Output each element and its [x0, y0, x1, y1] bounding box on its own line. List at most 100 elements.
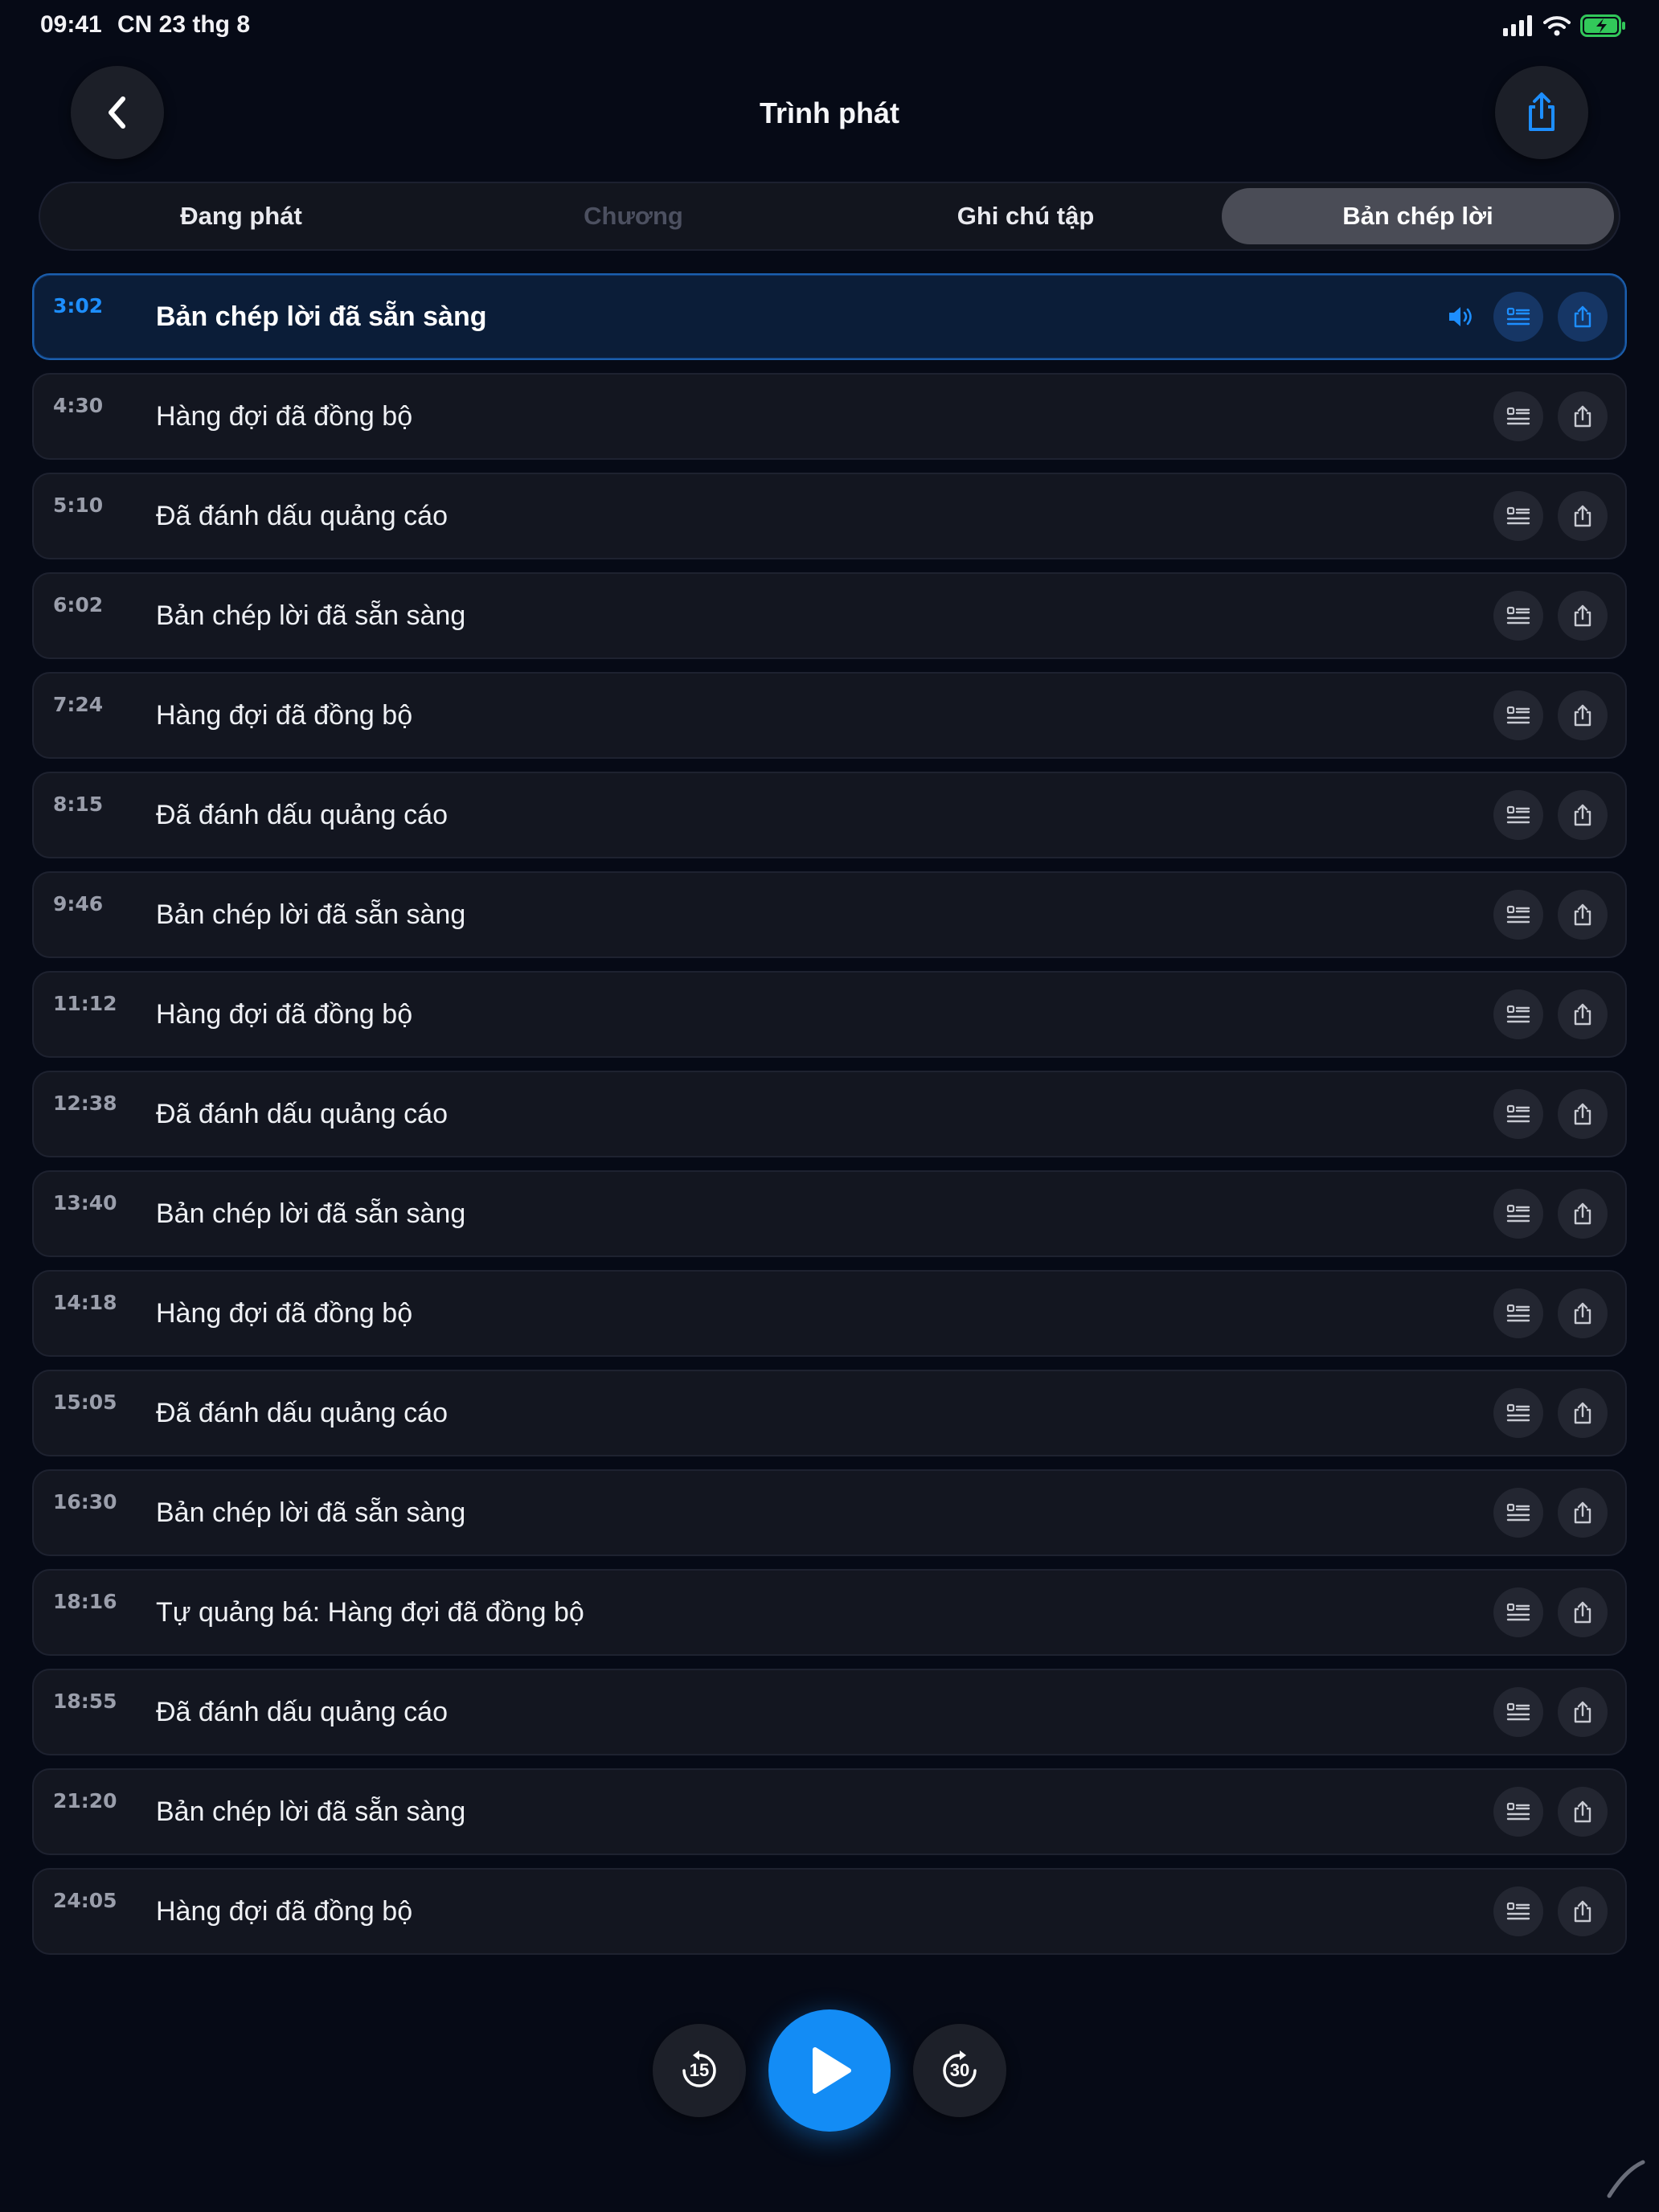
- transcript-timestamp[interactable]: 12:38: [53, 1092, 117, 1115]
- transcript-row[interactable]: 13:40 Bản chép lời đã sẵn sàng: [32, 1170, 1627, 1257]
- row-share-button[interactable]: [1558, 1488, 1608, 1538]
- transcript-list-button[interactable]: [1493, 391, 1543, 441]
- transcript-list-button[interactable]: [1493, 1388, 1543, 1438]
- share-icon: [1574, 405, 1591, 428]
- row-share-button[interactable]: [1558, 1189, 1608, 1239]
- transcript-timestamp[interactable]: 15:05: [53, 1391, 117, 1414]
- row-share-button[interactable]: [1558, 790, 1608, 840]
- transcript-timestamp[interactable]: 11:12: [53, 992, 117, 1015]
- skip-forward-button[interactable]: 30: [913, 2024, 1006, 2117]
- row-share-button[interactable]: [1558, 1587, 1608, 1637]
- transcript-list: 3:02 Bản chép lời đã sẵn sàng 4:30 Hàng đợi…: [32, 273, 1627, 1968]
- row-share-button[interactable]: [1558, 491, 1608, 541]
- transcript-row[interactable]: 15:05 Đã đánh dấu quảng cáo: [32, 1370, 1627, 1456]
- transcript-timestamp[interactable]: 3:02: [53, 294, 103, 317]
- row-share-button[interactable]: [1558, 1886, 1608, 1936]
- row-share-button[interactable]: [1558, 1089, 1608, 1139]
- row-share-button[interactable]: [1558, 989, 1608, 1039]
- share-icon: [1574, 1601, 1591, 1624]
- share-icon: [1574, 804, 1591, 826]
- transcript-list-button[interactable]: [1493, 491, 1543, 541]
- transcript-text: Hàng đợi đã đồng bộ: [156, 1896, 413, 1927]
- page-title: Trình phát: [760, 96, 899, 129]
- transcript-timestamp[interactable]: 6:02: [53, 593, 103, 616]
- transcript-timestamp[interactable]: 13:40: [53, 1191, 117, 1215]
- transcript-list-button[interactable]: [1493, 1787, 1543, 1837]
- row-share-button[interactable]: [1558, 591, 1608, 641]
- transcript-timestamp[interactable]: 5:10: [53, 494, 103, 517]
- tab-episode-notes[interactable]: Ghi chú tập: [830, 188, 1222, 244]
- transcript-timestamp[interactable]: 14:18: [53, 1291, 117, 1314]
- play-button[interactable]: [768, 2009, 891, 2132]
- transcript-list-button[interactable]: [1493, 790, 1543, 840]
- row-share-button[interactable]: [1558, 292, 1608, 342]
- transcript-row[interactable]: 24:05 Hàng đợi đã đồng bộ: [32, 1868, 1627, 1955]
- transcript-row[interactable]: 9:46 Bản chép lời đã sẵn sàng: [32, 871, 1627, 958]
- transcript-list-button[interactable]: [1493, 690, 1543, 740]
- transcript-list-button[interactable]: [1493, 1687, 1543, 1737]
- share-icon: [1574, 305, 1591, 328]
- transcript-timestamp[interactable]: 7:24: [53, 693, 103, 716]
- battery-charging-icon: [1580, 14, 1625, 37]
- tab-now-playing[interactable]: Đang phát: [45, 188, 437, 244]
- row-share-button[interactable]: [1558, 391, 1608, 441]
- transcript-list-icon: [1506, 1204, 1530, 1223]
- row-actions: [1493, 1670, 1608, 1754]
- transcript-text: Hàng đợi đã đồng bộ: [156, 999, 413, 1030]
- transcript-row-playing[interactable]: 3:02 Bản chép lời đã sẵn sàng: [32, 273, 1627, 360]
- wifi-icon: [1543, 16, 1571, 36]
- tab-transcript[interactable]: Bản chép lời: [1222, 188, 1614, 244]
- transcript-list-button[interactable]: [1493, 591, 1543, 641]
- transcript-row[interactable]: 6:02 Bản chép lời đã sẵn sàng: [32, 572, 1627, 659]
- row-actions: [1493, 1272, 1608, 1355]
- row-share-button[interactable]: [1558, 1288, 1608, 1338]
- transcript-text: Bản chép lời đã sẵn sàng: [156, 1796, 466, 1827]
- transcript-timestamp[interactable]: 18:55: [53, 1690, 117, 1713]
- segmented-tabs: Đang phát Chương Ghi chú tập Bản chép lờ…: [39, 182, 1620, 251]
- transcript-row[interactable]: 8:15 Đã đánh dấu quảng cáo: [32, 772, 1627, 858]
- transcript-timestamp[interactable]: 9:46: [53, 892, 103, 916]
- transcript-list-button[interactable]: [1493, 292, 1543, 342]
- transcript-list-icon: [1506, 1304, 1530, 1322]
- transcript-timestamp[interactable]: 21:20: [53, 1789, 117, 1813]
- transcript-row[interactable]: 4:30 Hàng đợi đã đồng bộ: [32, 373, 1627, 460]
- transcript-row[interactable]: 7:24 Hàng đợi đã đồng bộ: [32, 672, 1627, 759]
- row-share-button[interactable]: [1558, 1787, 1608, 1837]
- transcript-list-button[interactable]: [1493, 1089, 1543, 1139]
- transcript-timestamp[interactable]: 24:05: [53, 1889, 117, 1912]
- status-bar: 09:41 CN 23 thg 8: [0, 0, 1659, 53]
- transcript-list-button[interactable]: [1493, 890, 1543, 940]
- skip-back-button[interactable]: 15: [653, 2024, 746, 2117]
- transcript-timestamp[interactable]: 8:15: [53, 793, 103, 816]
- row-share-button[interactable]: [1558, 690, 1608, 740]
- transcript-list-button[interactable]: [1493, 1587, 1543, 1637]
- transcript-list-icon: [1506, 1503, 1530, 1522]
- row-actions: [1493, 773, 1608, 857]
- transcript-row[interactable]: 12:38 Đã đánh dấu quảng cáo: [32, 1071, 1627, 1157]
- transcript-row[interactable]: 5:10 Đã đánh dấu quảng cáo: [32, 473, 1627, 559]
- transcript-row[interactable]: 21:20 Bản chép lời đã sẵn sàng: [32, 1768, 1627, 1855]
- transcript-row[interactable]: 18:16 Tự quảng bá: Hàng đợi đã đồng bộ: [32, 1569, 1627, 1656]
- share-button[interactable]: [1495, 66, 1588, 159]
- transcript-row[interactable]: 18:55 Đã đánh dấu quảng cáo: [32, 1669, 1627, 1755]
- transcript-row[interactable]: 11:12 Hàng đợi đã đồng bộ: [32, 971, 1627, 1058]
- transcript-text: Đã đánh dấu quảng cáo: [156, 1398, 448, 1428]
- transcript-row[interactable]: 16:30 Bản chép lời đã sẵn sàng: [32, 1469, 1627, 1556]
- transcript-list-button[interactable]: [1493, 989, 1543, 1039]
- row-actions: [1493, 474, 1608, 558]
- share-icon: [1529, 92, 1555, 131]
- transcript-list-button[interactable]: [1493, 1189, 1543, 1239]
- transcript-timestamp[interactable]: 18:16: [53, 1590, 117, 1613]
- transcript-list-button[interactable]: [1493, 1288, 1543, 1338]
- transcript-timestamp[interactable]: 16:30: [53, 1490, 117, 1514]
- row-share-button[interactable]: [1558, 1687, 1608, 1737]
- transcript-list-icon: [1506, 1005, 1530, 1023]
- row-share-button[interactable]: [1558, 890, 1608, 940]
- transcript-list-button[interactable]: [1493, 1886, 1543, 1936]
- transcript-timestamp[interactable]: 4:30: [53, 394, 103, 417]
- cellular-signal-icon: [1503, 15, 1532, 36]
- transcript-list-button[interactable]: [1493, 1488, 1543, 1538]
- row-share-button[interactable]: [1558, 1388, 1608, 1438]
- transcript-text: Hàng đợi đã đồng bộ: [156, 700, 413, 731]
- transcript-row[interactable]: 14:18 Hàng đợi đã đồng bộ: [32, 1270, 1627, 1357]
